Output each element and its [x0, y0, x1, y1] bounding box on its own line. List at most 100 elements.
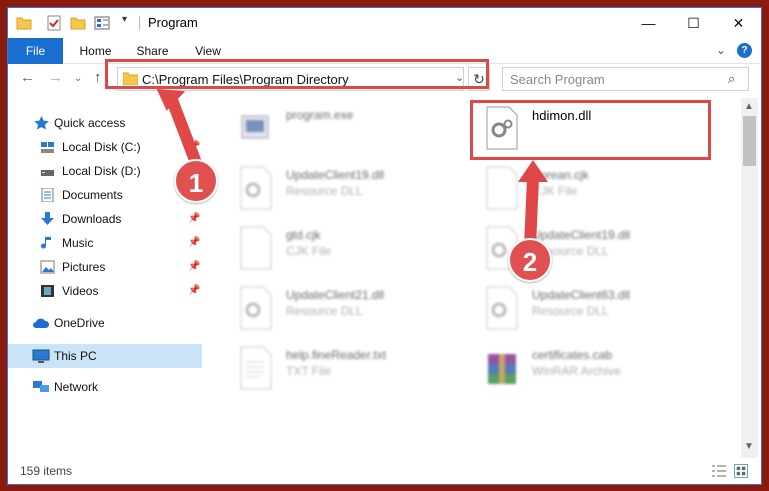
file-type: CJK File — [532, 184, 578, 198]
sidebar-item-quick-access[interactable]: Quick access — [8, 112, 202, 134]
file-item-gtd-cjk[interactable]: gtd.cjk CJK File — [238, 220, 468, 275]
sidebar-item-local-disk-d[interactable]: Local Disk (D:) — [8, 160, 202, 182]
videos-icon — [41, 285, 54, 297]
sidebar-item-label: Quick access — [54, 116, 126, 130]
generic-file-icon — [486, 166, 518, 210]
drive-icon — [41, 170, 54, 176]
documents-icon — [41, 188, 54, 202]
pin-icon[interactable]: 📌 — [188, 280, 200, 302]
sidebar-item-label: Local Disk (D:) — [62, 164, 141, 178]
up-arrow-icon[interactable]: ↑ — [94, 69, 102, 86]
folder-icon[interactable] — [16, 15, 32, 31]
expand-ribbon-icon[interactable]: ⌄ — [716, 43, 726, 57]
star-icon — [34, 116, 49, 130]
title-separator — [139, 16, 140, 30]
dll-gear-icon — [240, 166, 272, 210]
file-name: program.exe — [286, 108, 354, 122]
file-type: WinRAR Archive — [532, 364, 621, 378]
file-name: UpdateClient63.dll — [532, 288, 631, 302]
sidebar-item-label: Documents — [62, 188, 123, 202]
text-file-icon — [240, 346, 272, 390]
address-highlight-box — [105, 59, 489, 89]
title-bar: ▾ Program — ☐ ✕ — [8, 8, 761, 38]
file-type: CJK File — [286, 244, 332, 258]
pin-icon[interactable]: 📌 — [188, 256, 200, 278]
pin-icon[interactable]: 📌 — [188, 232, 200, 254]
file-name: UpdateClient19.dll — [532, 228, 631, 242]
window-title: Program — [148, 15, 198, 30]
sidebar-item-documents[interactable]: Documents 📌 — [8, 184, 202, 206]
sidebar-item-label: Network — [54, 380, 99, 394]
file-item-korean-cjk[interactable]: Korean.cjk CJK File — [484, 160, 714, 215]
scroll-up-icon[interactable]: ▲ — [744, 101, 754, 112]
step-badge-2: 2 — [508, 238, 552, 282]
navigation-pane: Quick access Local Disk (C:) 📌 Local Dis… — [8, 104, 203, 454]
minimize-button[interactable]: — — [626, 8, 671, 38]
maximize-button[interactable]: ☐ — [671, 8, 716, 38]
file-name: UpdateClient19.dll — [286, 168, 385, 182]
generic-file-icon — [240, 226, 272, 270]
pin-icon[interactable]: 📌 — [188, 208, 200, 230]
dll-gear-icon — [240, 286, 272, 330]
file-item-program-exe[interactable]: program.exe — [238, 100, 468, 155]
sidebar-item-local-disk-c[interactable]: Local Disk (C:) 📌 — [8, 136, 202, 158]
help-icon[interactable]: ? — [737, 43, 752, 58]
file-item-help-txt[interactable]: help.fineReader.txt TXT File — [238, 340, 468, 395]
exe-icon — [241, 115, 269, 139]
close-button[interactable]: ✕ — [716, 8, 761, 38]
file-item-updateclient21-dll[interactable]: UpdateClient21.dll Resource DLL — [238, 280, 468, 335]
pin-icon[interactable]: 📌 — [188, 136, 200, 158]
sidebar-item-label: Music — [62, 236, 94, 250]
sidebar-item-downloads[interactable]: Downloads 📌 — [8, 208, 202, 230]
file-name: Korean.cjk — [532, 168, 589, 182]
sidebar-item-label: Local Disk (C:) — [62, 140, 141, 154]
file-highlight-box — [470, 100, 711, 160]
sidebar-item-label: OneDrive — [54, 316, 105, 330]
forward-arrow-icon[interactable]: → — [48, 69, 63, 86]
tab-file[interactable]: File — [8, 38, 63, 64]
sidebar-item-pictures[interactable]: Pictures 📌 — [8, 256, 202, 278]
file-item-certificates-cab[interactable]: certificates.cab WinRAR Archive — [484, 340, 714, 395]
file-type: TXT File — [286, 364, 332, 378]
scroll-thumb[interactable] — [743, 116, 756, 166]
quick-access-dropdown-icon[interactable]: ▾ — [122, 14, 138, 30]
winrar-icon — [488, 354, 516, 384]
file-name: certificates.cab — [532, 348, 613, 362]
file-type: Resource DLL — [286, 304, 363, 318]
new-folder-icon[interactable] — [70, 15, 86, 31]
download-icon — [41, 212, 54, 225]
file-item-updateclient19-dll[interactable]: UpdateClient19.dll Resource DLL — [238, 160, 468, 215]
large-icons-view-icon[interactable] — [734, 464, 748, 478]
sidebar-item-label: Pictures — [62, 260, 106, 274]
sidebar-item-network[interactable]: Network — [8, 376, 202, 398]
sidebar-item-videos[interactable]: Videos 📌 — [8, 280, 202, 302]
pictures-icon — [40, 260, 55, 274]
network-icon — [33, 381, 49, 392]
customize-icon[interactable] — [94, 15, 110, 31]
details-view-icon[interactable] — [712, 465, 726, 477]
sidebar-item-music[interactable]: Music 📌 — [8, 232, 202, 254]
dll-gear-icon — [486, 286, 518, 330]
file-name: help.fineReader.txt — [286, 348, 387, 362]
file-name: gtd.cjk — [286, 228, 321, 242]
status-bar: 159 items — [8, 458, 761, 484]
music-icon — [41, 237, 51, 249]
sidebar-item-this-pc[interactable]: This PC — [8, 344, 202, 368]
sidebar-item-onedrive[interactable]: OneDrive — [8, 312, 202, 334]
search-icon[interactable]: ⌕ — [728, 71, 735, 87]
sidebar-item-label: Videos — [62, 284, 99, 298]
back-arrow-icon[interactable]: ← — [20, 69, 35, 86]
vertical-scrollbar[interactable]: ▲ ▼ — [741, 98, 758, 458]
recent-locations-icon[interactable]: ⌄ — [74, 73, 82, 84]
properties-check-icon[interactable] — [46, 15, 62, 31]
step-badge-1: 1 — [174, 159, 218, 203]
sidebar-item-label: This PC — [54, 349, 97, 363]
item-count: 159 items — [20, 464, 73, 478]
scroll-down-icon[interactable]: ▼ — [744, 441, 754, 452]
file-type: Resource DLL — [532, 304, 609, 318]
file-item-updateclient63-dll[interactable]: UpdateClient63.dll Resource DLL — [484, 280, 714, 335]
file-type: Resource DLL — [286, 184, 363, 198]
search-input[interactable]: Search Program — [510, 72, 605, 87]
search-box[interactable]: Search Program ⌕ — [502, 67, 749, 91]
computer-icon — [32, 349, 50, 363]
